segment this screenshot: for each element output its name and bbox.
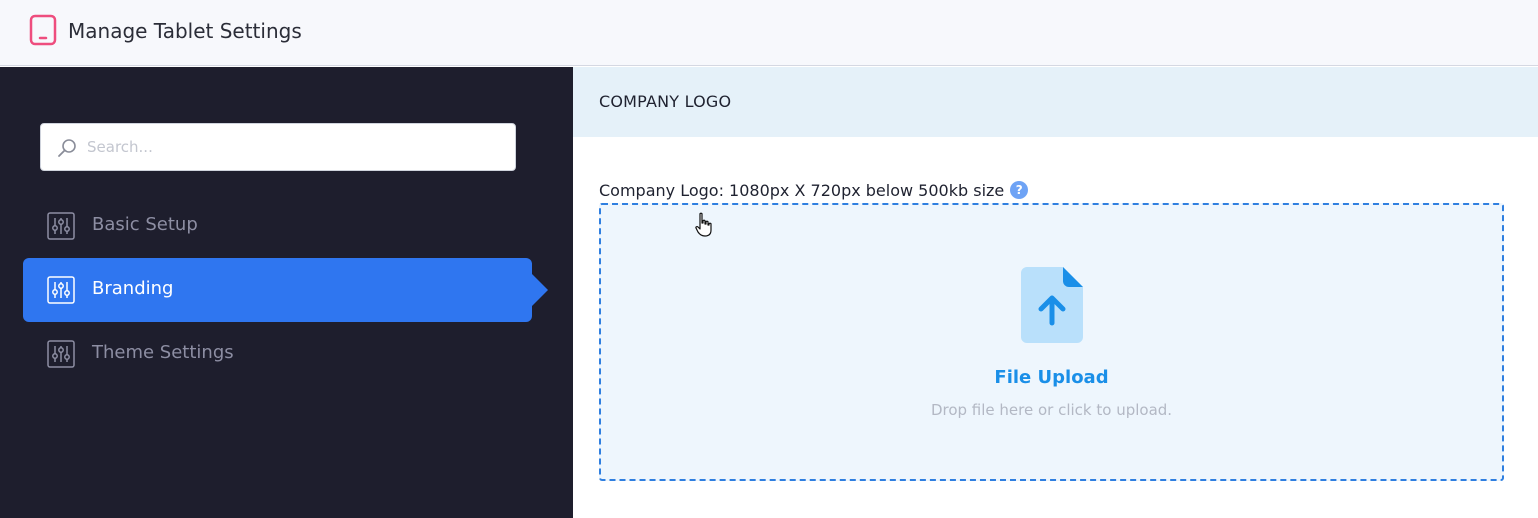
- sliders-icon: [47, 212, 75, 240]
- sidebar-item-label: Theme Settings: [92, 342, 234, 363]
- sidebar-item-theme-settings[interactable]: Theme Settings: [23, 322, 532, 386]
- main-content: COMPANY LOGO Company Logo: 1080px X 720p…: [573, 67, 1538, 518]
- help-icon[interactable]: ?: [1010, 181, 1029, 199]
- sidebar-item-branding[interactable]: Branding: [23, 258, 548, 322]
- upload-hint: Drop file here or click to upload.: [930, 401, 1173, 419]
- search-icon: [58, 139, 76, 157]
- file-upload-icon: [1021, 267, 1083, 343]
- section-header: COMPANY LOGO: [573, 67, 1538, 137]
- page-title: Manage Tablet Settings: [68, 19, 302, 43]
- section-title: COMPANY LOGO: [599, 92, 732, 111]
- field-label-text: Company Logo: 1080px X 720px below 500kb…: [599, 181, 1005, 200]
- company-logo-label: Company Logo: 1080px X 720px below 500kb…: [599, 181, 1029, 200]
- search-input[interactable]: [87, 132, 507, 162]
- sliders-icon: [47, 276, 75, 304]
- sidebar-item-label: Basic Setup: [92, 214, 198, 235]
- sidebar: Basic Setup Branding Theme Settings: [0, 67, 573, 518]
- upload-title: File Upload: [994, 367, 1109, 388]
- active-indicator-arrow: [532, 274, 548, 306]
- tablet-icon: [29, 14, 57, 46]
- search-box[interactable]: [40, 123, 516, 171]
- sidebar-item-basic-setup[interactable]: Basic Setup: [23, 194, 532, 258]
- top-bar: Manage Tablet Settings: [0, 0, 1538, 66]
- file-upload-dropzone[interactable]: File Upload Drop file here or click to u…: [599, 203, 1504, 481]
- sliders-icon: [47, 340, 75, 368]
- sidebar-item-label: Branding: [92, 278, 174, 299]
